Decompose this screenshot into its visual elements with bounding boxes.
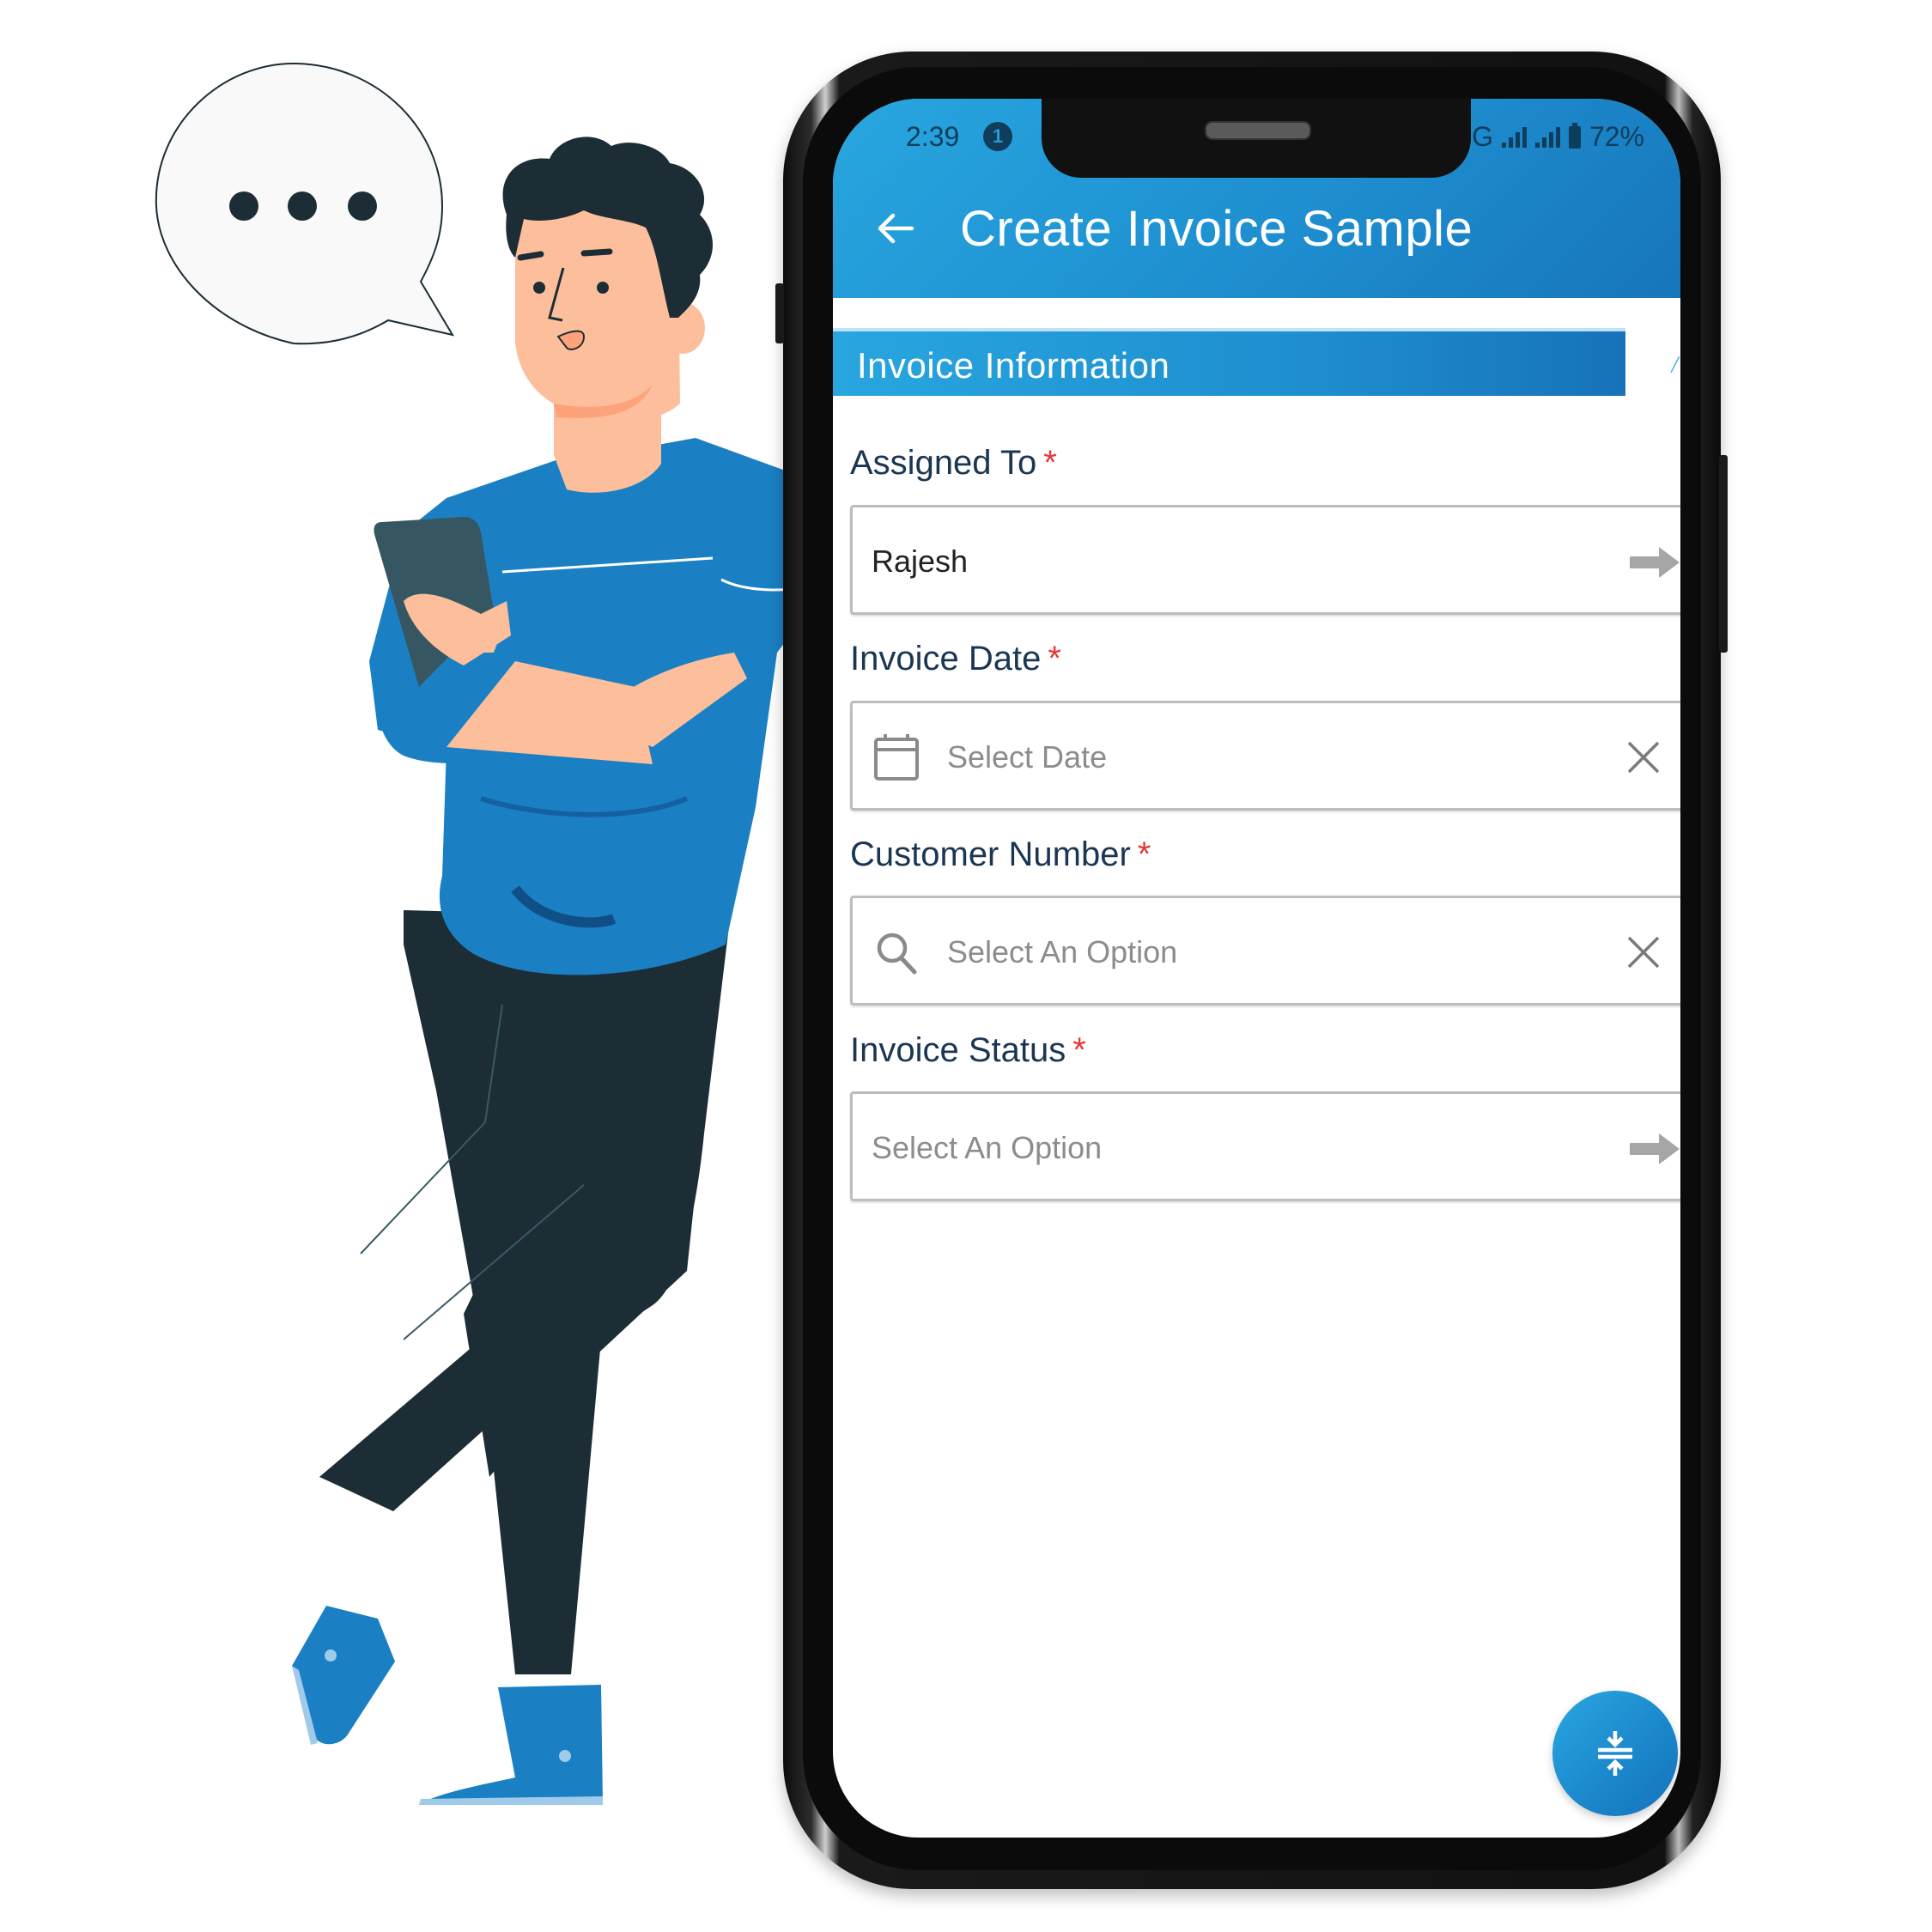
signal-icon [1534, 126, 1560, 148]
required-marker: * [1137, 835, 1151, 873]
close-icon[interactable] [1625, 934, 1662, 970]
section-title: Invoice Information [857, 345, 1170, 386]
bubble-dot [348, 191, 377, 221]
customer-number-field[interactable]: Select An Option [850, 896, 1680, 1005]
arrow-right-icon[interactable] [1630, 545, 1680, 580]
speech-bubble [155, 62, 455, 345]
search-icon[interactable] [873, 927, 920, 977]
invoice-date-placeholder: Select Date [947, 739, 1108, 775]
battery-percent: 72% [1589, 121, 1644, 152]
notification-badge: 1 [983, 122, 1012, 151]
chevron-up-icon[interactable]: ╱ [1671, 356, 1680, 373]
invoice-status-field[interactable]: Select An Option [850, 1091, 1680, 1201]
phone-screen: 2:39 1 G 72% Create Invoice Sample Invoi… [833, 99, 1680, 1838]
head [502, 137, 713, 493]
right-shoe [419, 1685, 603, 1805]
earpiece-speaker [1205, 121, 1311, 140]
signal-icon [1501, 126, 1527, 148]
collapse-vertical-icon [1598, 1731, 1632, 1776]
field-label-assigned-to: Assigned To * [850, 444, 1057, 483]
calendar-icon[interactable] [873, 732, 920, 782]
field-label-customer-number: Customer Number * [850, 835, 1151, 874]
power-button [1719, 455, 1728, 653]
assigned-to-value: Rajesh [872, 544, 969, 579]
invoice-status-placeholder: Select An Option [872, 1130, 1103, 1165]
arrow-left-icon[interactable] [876, 209, 915, 248]
field-label-invoice-date: Invoice Date * [850, 640, 1061, 678]
field-label-invoice-status: Invoice Status * [850, 1031, 1086, 1070]
label-text: Assigned To [850, 444, 1037, 482]
required-marker: * [1043, 444, 1057, 482]
invoice-date-field[interactable]: Select Date [850, 701, 1680, 811]
network-type: G [1472, 121, 1493, 152]
assigned-to-field[interactable]: Rajesh [850, 505, 1680, 615]
bubble-dot [288, 191, 317, 221]
label-text: Customer Number [850, 835, 1131, 873]
volume-button [775, 283, 784, 343]
label-text: Invoice Status [850, 1031, 1066, 1069]
person-illustration [155, 62, 823, 1805]
pants [319, 910, 730, 1674]
required-marker: * [1072, 1031, 1086, 1069]
label-text: Invoice Date [850, 640, 1042, 677]
section-header-invoice-information[interactable]: Invoice Information [833, 328, 1625, 396]
battery-icon [1568, 122, 1581, 149]
arrow-right-icon[interactable] [1630, 1132, 1680, 1166]
collapse-all-button[interactable] [1552, 1691, 1678, 1816]
required-marker: * [1048, 640, 1061, 677]
page-title: Create Invoice Sample [960, 201, 1473, 257]
status-time: 2:39 [906, 121, 960, 152]
left-shoe [292, 1606, 395, 1745]
customer-number-placeholder: Select An Option [947, 934, 1178, 969]
bubble-dot [229, 191, 258, 221]
phone-notch [1042, 99, 1471, 178]
status-indicators: G 72% [1472, 121, 1644, 153]
close-icon[interactable] [1625, 739, 1662, 775]
